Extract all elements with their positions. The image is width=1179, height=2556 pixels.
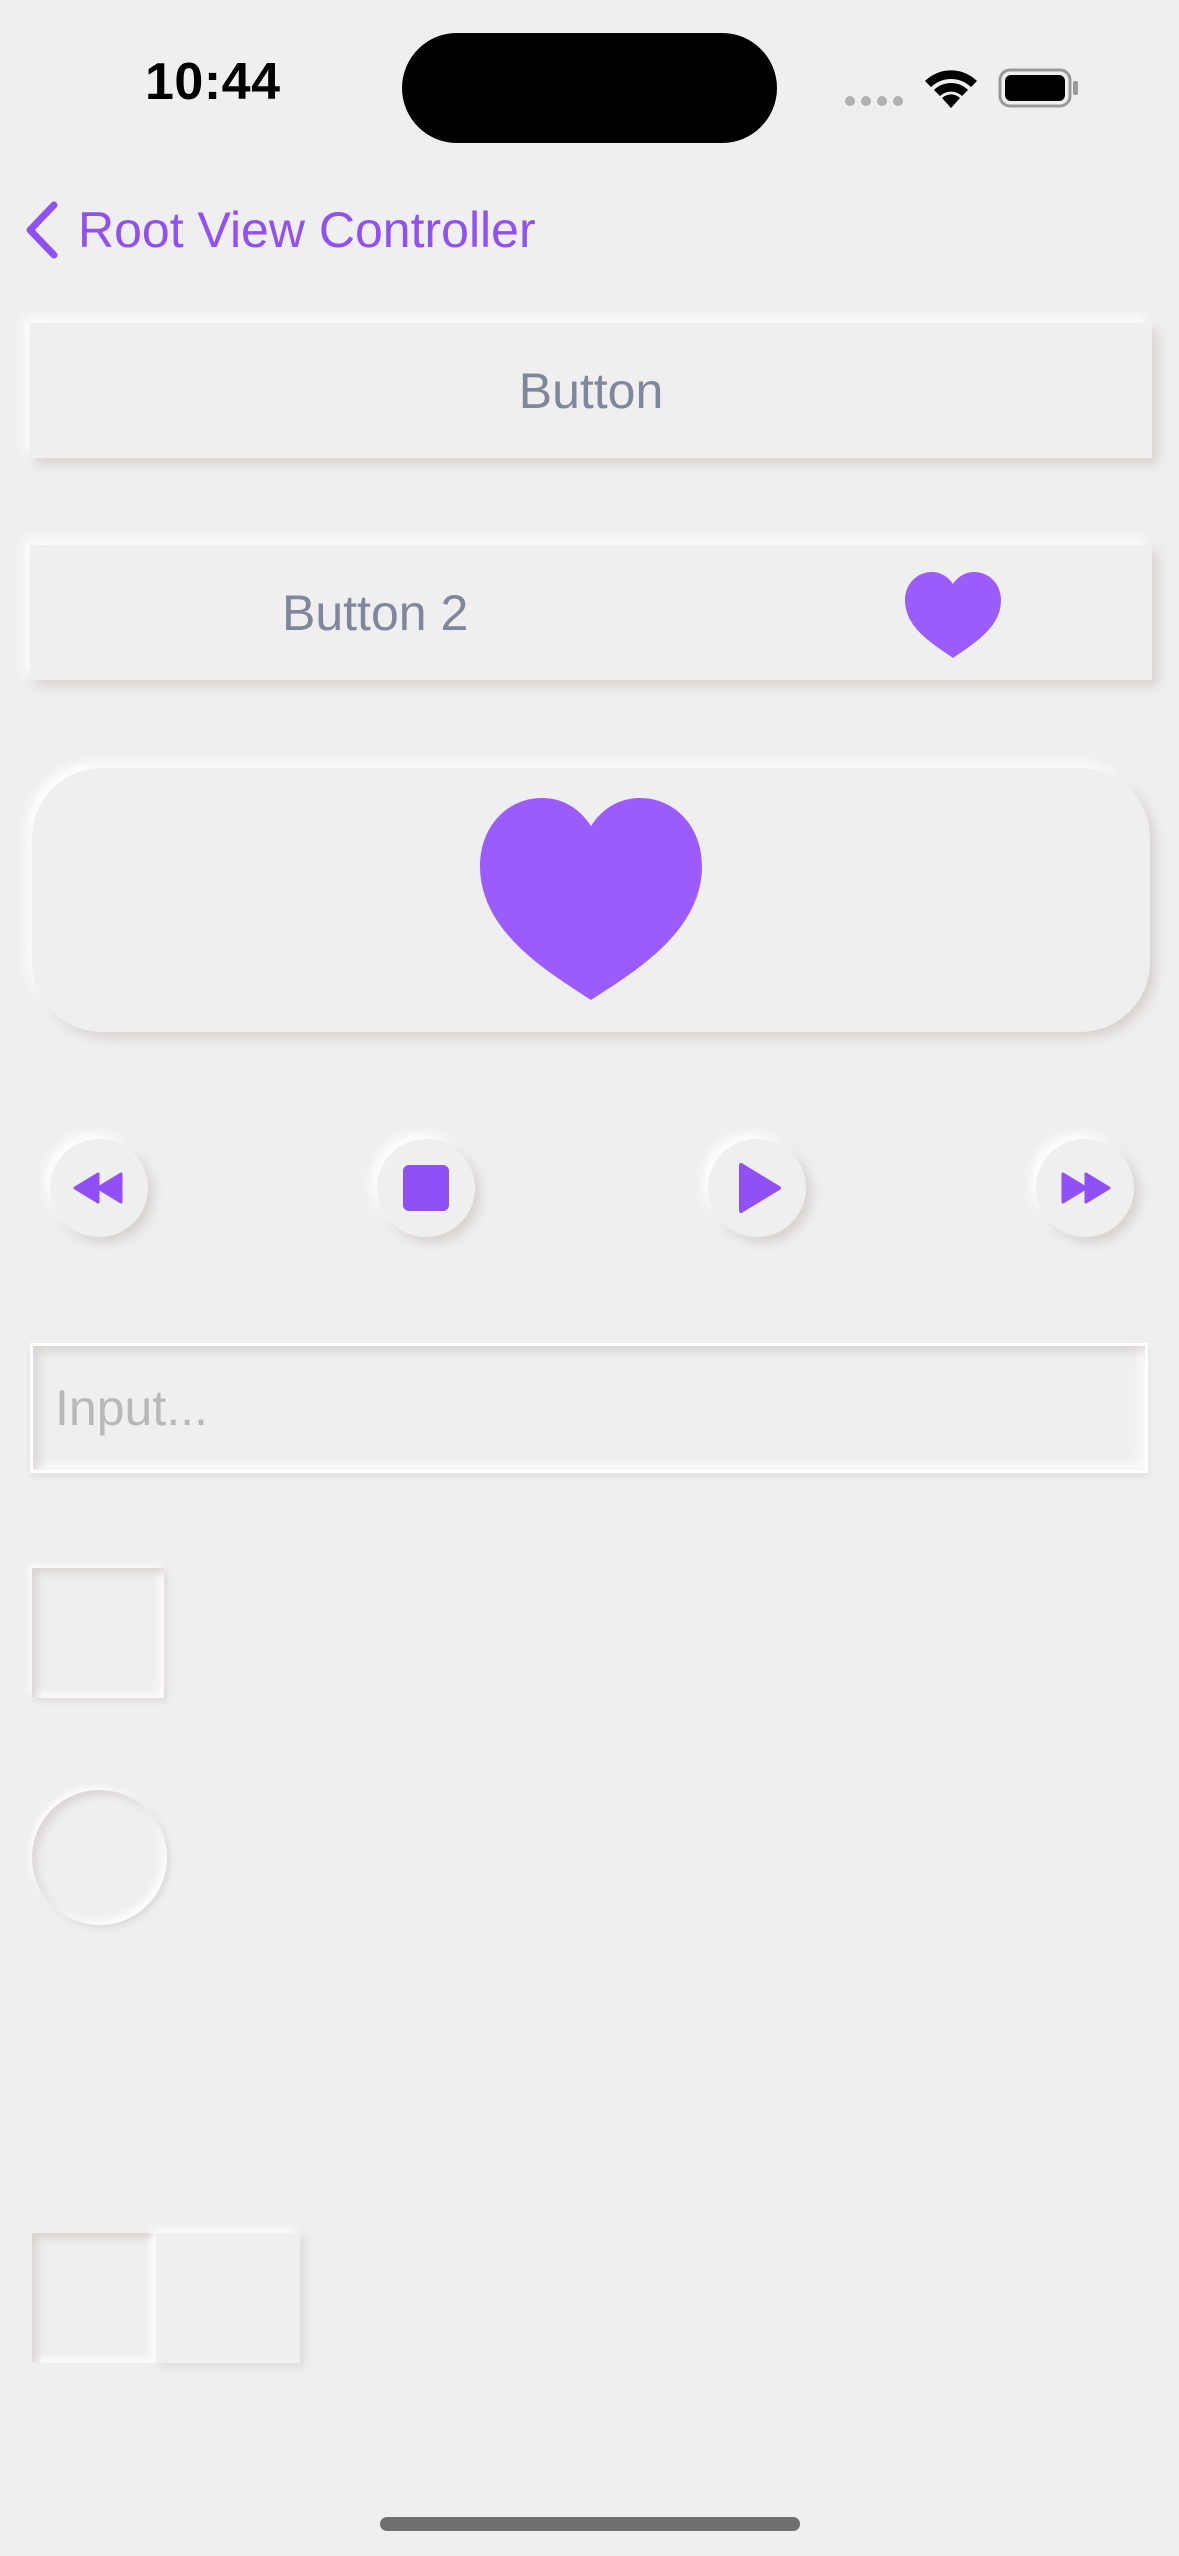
heart-button[interactable] <box>32 768 1150 1032</box>
stop-icon <box>403 1165 449 1211</box>
fast-forward-icon <box>1061 1172 1111 1204</box>
dynamic-island <box>402 33 777 143</box>
wifi-icon <box>925 70 977 108</box>
button-secondary[interactable]: Button 2 <box>30 545 1152 680</box>
fast-forward-button[interactable] <box>1036 1139 1134 1237</box>
status-time: 10:44 <box>145 53 281 111</box>
segmented-toggle[interactable] <box>32 2233 300 2363</box>
button-primary[interactable]: Button <box>30 323 1152 458</box>
chevron-left-icon <box>26 201 58 259</box>
back-button-label: Root View Controller <box>78 202 536 258</box>
heart-icon <box>905 572 1001 658</box>
signal-dots-icon <box>845 96 903 106</box>
play-button[interactable] <box>708 1139 806 1237</box>
button-secondary-label: Button 2 <box>282 584 469 641</box>
stop-button[interactable] <box>377 1139 475 1237</box>
segment-right[interactable] <box>156 2233 300 2363</box>
rewind-button[interactable] <box>50 1139 148 1237</box>
checkbox[interactable] <box>32 1568 164 1698</box>
button-primary-label: Button <box>518 362 664 419</box>
battery-icon <box>998 68 1078 108</box>
heart-icon <box>480 798 702 1000</box>
radio-button[interactable] <box>32 1790 167 1925</box>
back-button[interactable]: Root View Controller <box>22 195 536 265</box>
home-indicator[interactable] <box>380 2517 800 2531</box>
text-input[interactable] <box>30 1343 1148 1473</box>
rewind-icon <box>73 1172 123 1204</box>
play-icon <box>739 1163 781 1213</box>
segment-left[interactable] <box>32 2233 156 2363</box>
